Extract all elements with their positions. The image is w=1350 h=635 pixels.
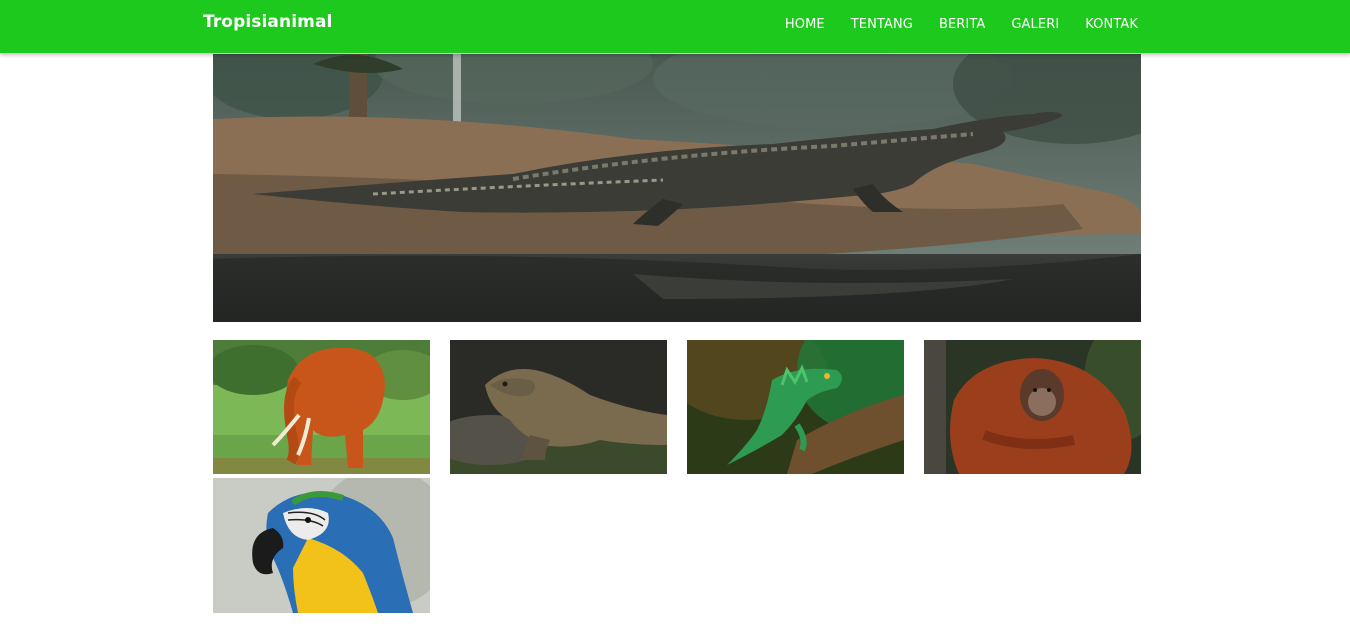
nav-menu: HOME TENTANG BERITA GALERI KONTAK <box>785 17 1138 32</box>
brand-logo[interactable]: Tropisianimal <box>203 12 332 32</box>
gallery-image-macaw-parrot[interactable] <box>213 478 430 613</box>
nav-home[interactable]: HOME <box>785 17 825 32</box>
gallery-image-elephant[interactable] <box>213 340 430 474</box>
gallery-image-green-lizard[interactable] <box>687 340 904 474</box>
nav-tentang[interactable]: TENTANG <box>851 17 913 32</box>
hero-image-crocodile <box>213 54 1141 322</box>
top-navbar: Tropisianimal HOME TENTANG BERITA GALERI… <box>0 0 1350 53</box>
nav-galeri[interactable]: GALERI <box>1011 17 1059 32</box>
nav-berita[interactable]: BERITA <box>939 17 985 32</box>
nav-kontak[interactable]: KONTAK <box>1085 17 1138 32</box>
gallery-image-orangutan[interactable] <box>924 340 1141 474</box>
gallery-image-komodo-dragon[interactable] <box>450 340 667 474</box>
